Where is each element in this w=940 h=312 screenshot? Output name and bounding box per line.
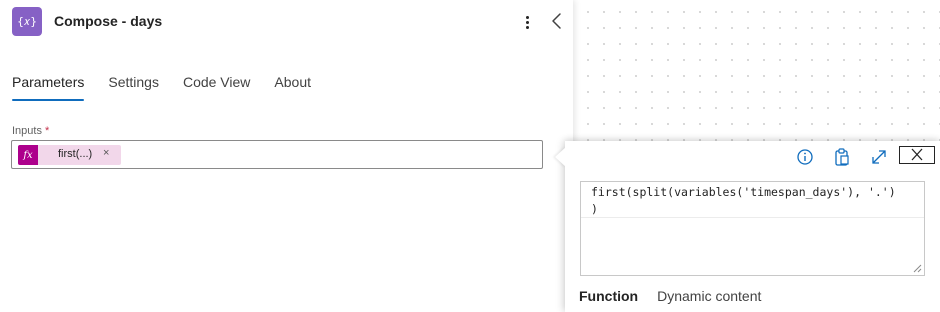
tab-settings[interactable]: Settings xyxy=(108,74,159,100)
token-label: first(...) xyxy=(58,148,93,160)
required-indicator: * xyxy=(45,125,50,137)
expression-token[interactable]: fx first(...) × xyxy=(18,145,121,165)
tab-parameters[interactable]: Parameters xyxy=(12,74,85,101)
close-icon xyxy=(911,148,923,161)
expand-button[interactable] xyxy=(868,147,890,167)
compose-expression-icon: {𝑥} xyxy=(12,7,42,36)
chevron-left-icon xyxy=(552,13,561,29)
expression-line: first(split(variables('timespan_days'), … xyxy=(591,185,896,199)
info-button[interactable] xyxy=(794,147,816,167)
remove-token-button[interactable]: × xyxy=(103,147,109,159)
more-dot-icon xyxy=(525,25,529,29)
panel-title: Compose - days xyxy=(54,13,163,29)
expand-icon xyxy=(872,150,886,164)
expression-editor[interactable]: first(split(variables('timespan_days'), … xyxy=(580,181,925,276)
popup-pointer xyxy=(555,147,566,167)
collapse-panel-button[interactable] xyxy=(549,12,565,30)
inputs-label-text: Inputs xyxy=(12,125,42,137)
action-details-panel: {𝑥} Compose - days Parameters Settings C… xyxy=(0,0,573,312)
editor-line-separator xyxy=(581,217,924,218)
expression-tabs: Function Dynamic content xyxy=(579,288,780,304)
close-popup-button[interactable] xyxy=(899,146,935,164)
tab-function[interactable]: Function xyxy=(579,288,638,304)
function-icon: fx xyxy=(18,145,38,165)
paste-button[interactable] xyxy=(831,147,853,167)
tab-code-view[interactable]: Code View xyxy=(183,74,250,100)
more-dot-icon xyxy=(525,15,529,19)
clipboard-icon xyxy=(835,148,849,166)
inputs-label: Inputs * xyxy=(12,125,49,137)
more-dot-icon xyxy=(525,20,529,24)
panel-tabs: Parameters Settings Code View About xyxy=(12,74,335,101)
expression-editor-popup: first(split(variables('timespan_days'), … xyxy=(565,141,940,312)
tab-about[interactable]: About xyxy=(274,74,311,100)
info-icon xyxy=(797,149,813,165)
tab-dynamic-content[interactable]: Dynamic content xyxy=(657,288,761,304)
expression-line: ) xyxy=(591,202,598,216)
inputs-field[interactable]: fx first(...) × xyxy=(11,140,543,169)
more-options-button[interactable] xyxy=(518,12,536,32)
resize-handle-icon[interactable] xyxy=(913,264,922,273)
